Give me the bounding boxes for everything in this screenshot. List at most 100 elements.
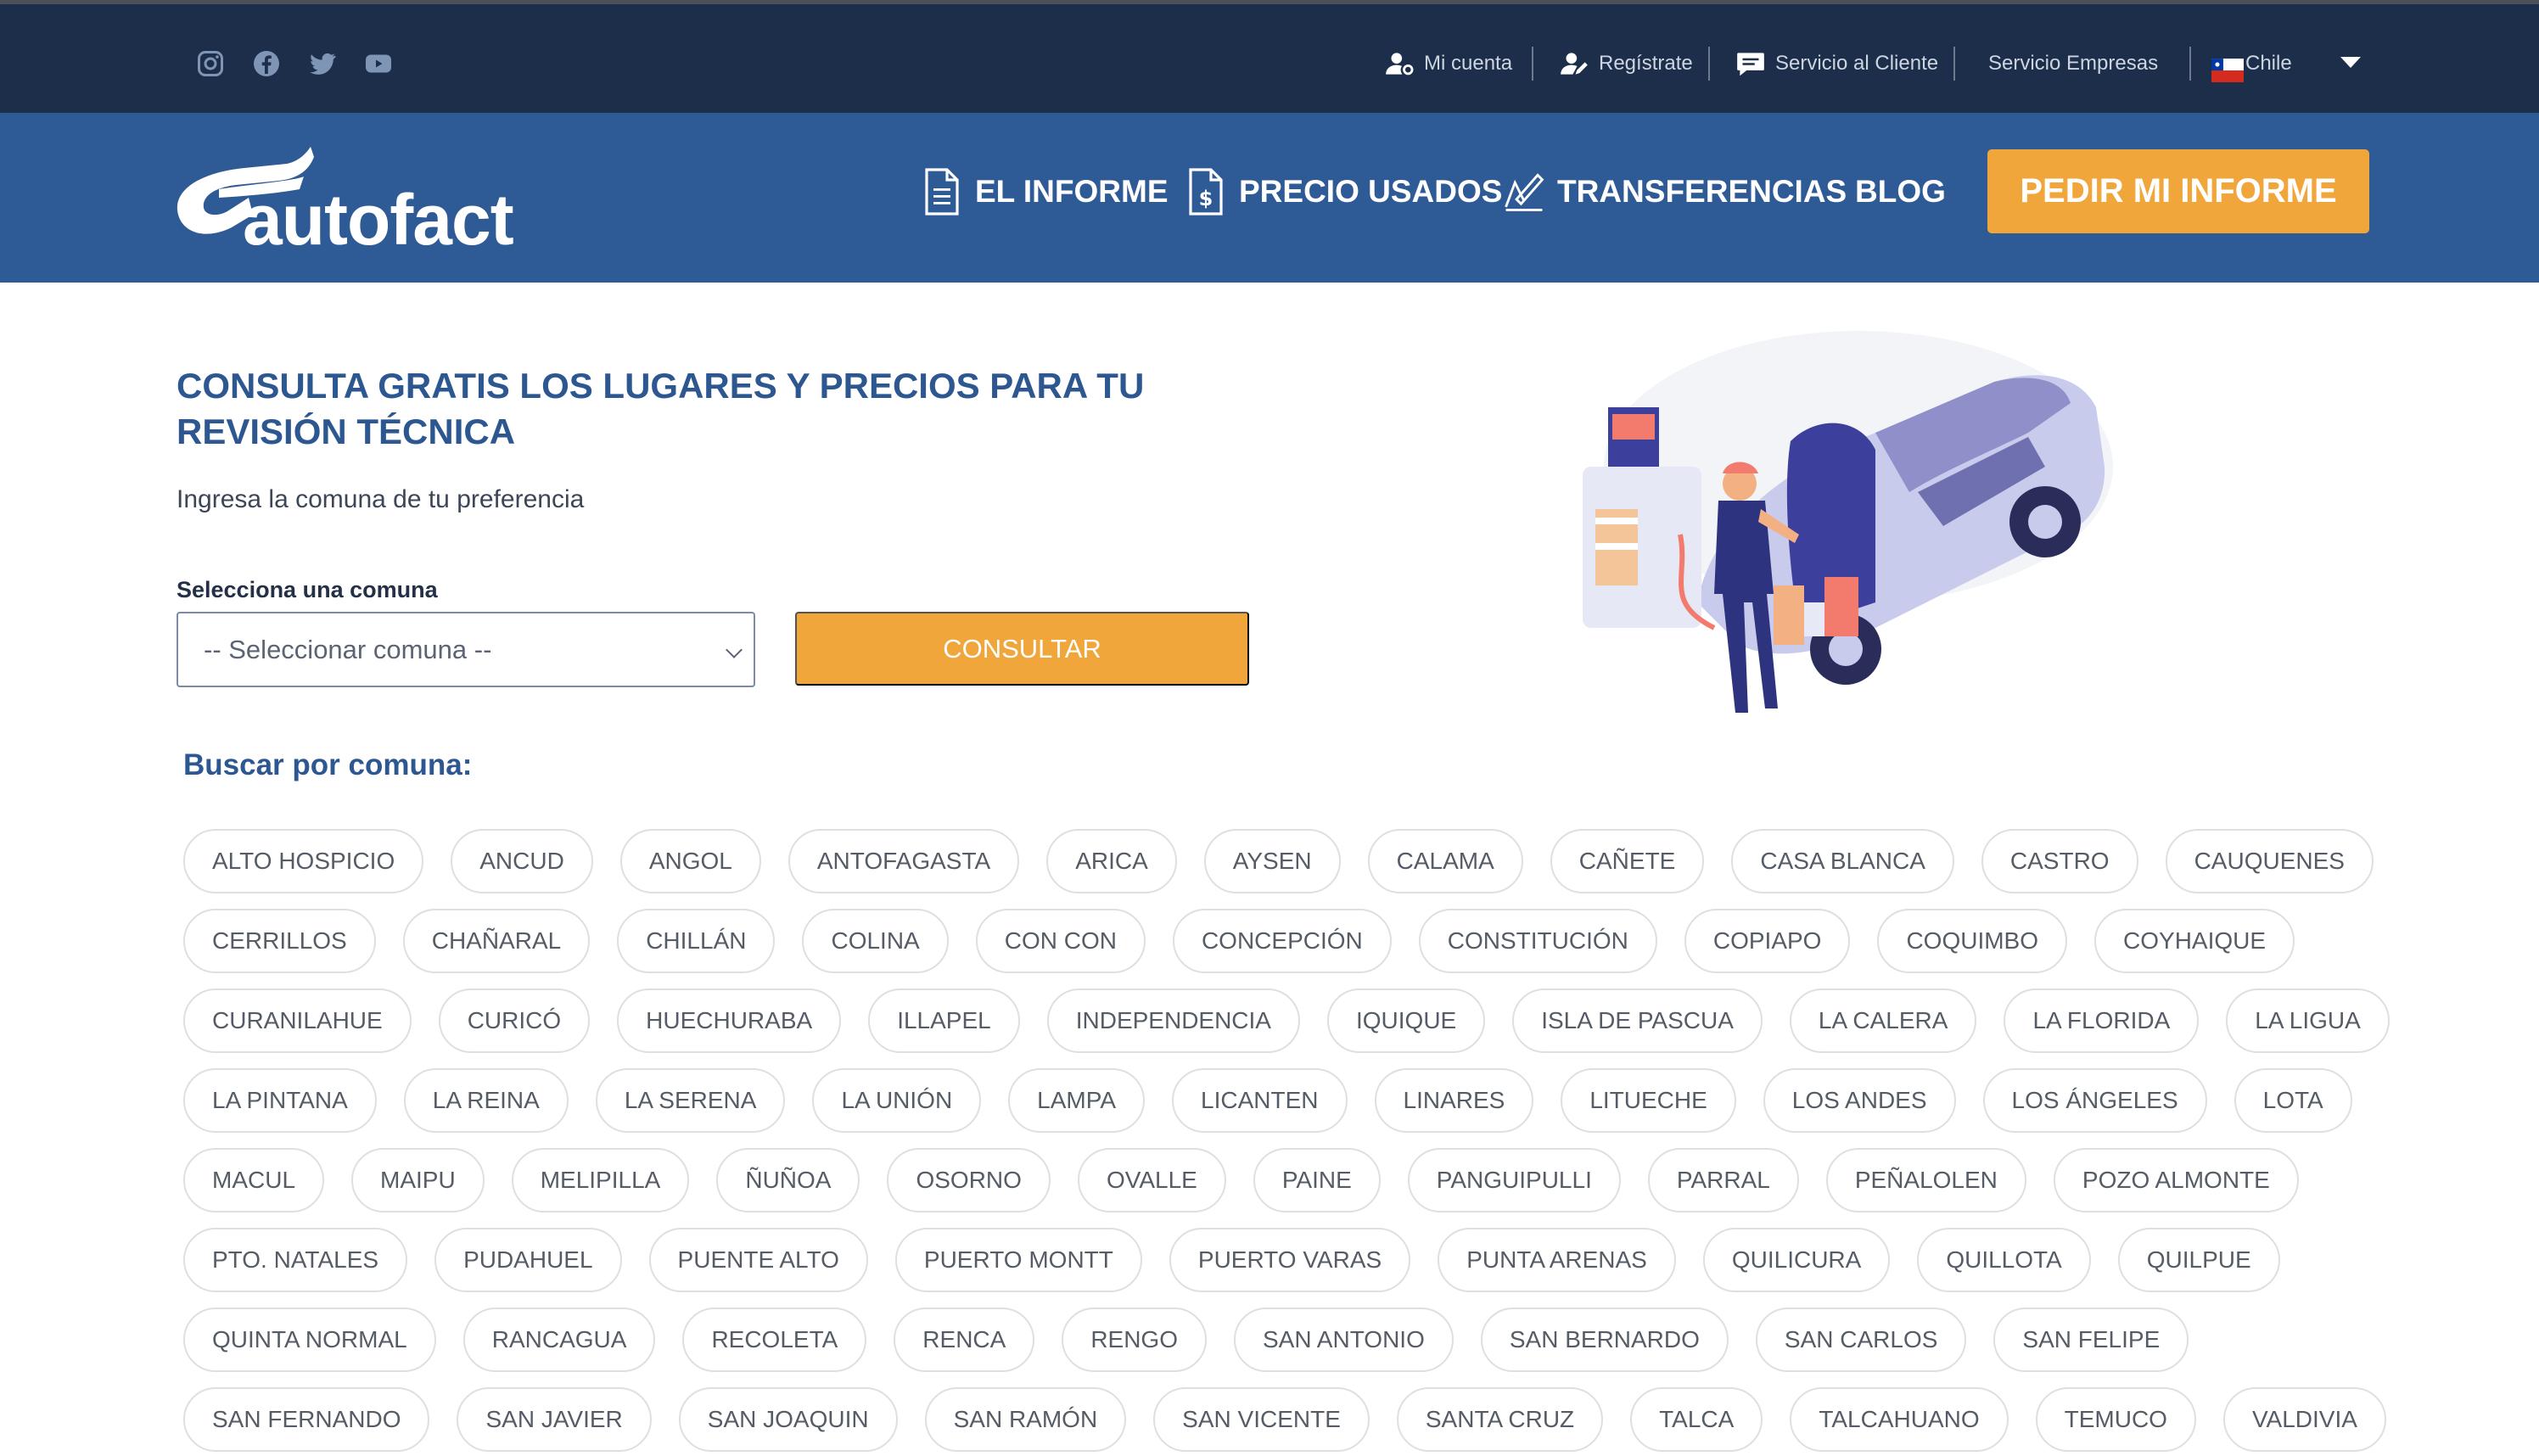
comuna-chip[interactable]: PUNTA ARENAS [1438, 1228, 1676, 1292]
comuna-chip[interactable]: PTO. NATALES [183, 1228, 408, 1292]
comuna-chip[interactable]: TALCA [1630, 1387, 1763, 1452]
comuna-chip[interactable]: COPIAPO [1684, 909, 1851, 973]
comuna-chip-list: ALTO HOSPICIO ANCUD ANGOL ANTOFAGASTA ARICA A… [183, 829, 2390, 1456]
comuna-chip[interactable]: CAÑETE [1550, 829, 1705, 893]
comuna-chip[interactable]: ALTO HOSPICIO [183, 829, 424, 893]
comuna-chip[interactable]: CAUQUENES [2165, 829, 2374, 893]
nav-precio-usados[interactable]: $ PRECIO USADOS [1185, 166, 1502, 217]
comuna-chip[interactable]: SAN BERNARDO [1480, 1308, 1729, 1372]
comuna-chip[interactable]: PUENTE ALTO [648, 1228, 868, 1292]
comuna-chip[interactable]: INDEPENDENCIA [1046, 988, 1300, 1053]
nav-precio-usados-label: PRECIO USADOS [1239, 174, 1503, 209]
comuna-chip[interactable]: LA PINTANA [183, 1068, 377, 1133]
comuna-chip[interactable]: ARICA [1046, 829, 1177, 893]
comuna-chip[interactable]: LOS ANDES [1763, 1068, 1956, 1133]
comuna-chip[interactable]: LA SERENA [595, 1068, 786, 1133]
consultar-button[interactable]: CONSULTAR [795, 612, 1249, 686]
comuna-chip[interactable]: CON CON [975, 909, 1146, 973]
instagram-icon[interactable] [193, 47, 227, 81]
comuna-chip[interactable]: RENGO [1062, 1308, 1207, 1372]
comuna-chip[interactable]: AYSEN [1203, 829, 1341, 893]
comuna-chip[interactable]: CHILLÁN [617, 909, 776, 973]
comuna-chip[interactable]: PANGUIPULLI [1407, 1148, 1621, 1212]
comuna-chip[interactable]: ÑUÑOA [716, 1148, 860, 1212]
comuna-chip[interactable]: QUILICURA [1702, 1228, 1891, 1292]
comuna-chip[interactable]: SAN JOAQUIN [678, 1387, 898, 1452]
comuna-chip[interactable]: PUERTO MONTT [894, 1228, 1142, 1292]
comuna-chip[interactable]: COQUIMBO [1877, 909, 2068, 973]
comuna-chip[interactable]: MACUL [183, 1148, 325, 1212]
comuna-chip[interactable]: ANGOL [619, 829, 761, 893]
registrate-link[interactable]: Regístrate [1558, 43, 1693, 84]
comuna-chip[interactable]: CHAÑARAL [402, 909, 591, 973]
comuna-chip[interactable]: LAMPA [1008, 1068, 1146, 1133]
comuna-chip[interactable]: CONCEPCIÓN [1172, 909, 1392, 973]
pedir-informe-button[interactable]: PEDIR MI INFORME [1987, 149, 2369, 233]
comuna-chip[interactable]: TALCAHUANO [1790, 1387, 2009, 1452]
comuna-chip[interactable]: SAN VICENTE [1153, 1387, 1370, 1452]
comuna-chip[interactable]: CERRILLOS [183, 909, 376, 973]
facebook-icon[interactable] [249, 47, 283, 81]
comuna-chip[interactable]: CASTRO [1981, 829, 2138, 893]
comuna-chip[interactable]: RANCAGUA [462, 1308, 656, 1372]
comuna-chip[interactable]: SANTA CRUZ [1396, 1387, 1604, 1452]
country-selector[interactable]: Chile [2211, 43, 2292, 84]
comuna-chip[interactable]: ILLAPEL [868, 988, 1020, 1053]
comuna-chip[interactable]: VALDIVIA [2222, 1387, 2386, 1452]
comuna-chip[interactable]: SAN JAVIER [457, 1387, 652, 1452]
comuna-chip[interactable]: LOS ÁNGELES [1982, 1068, 2207, 1133]
comuna-chip[interactable]: OVALLE [1077, 1148, 1226, 1212]
comuna-chip[interactable]: COLINA [802, 909, 949, 973]
comuna-chip[interactable]: PARRAL [1647, 1148, 1799, 1212]
nav-blog[interactable]: BLOG [1855, 166, 1946, 217]
comuna-chip[interactable]: POZO ALMONTE [2053, 1148, 2299, 1212]
comuna-chip[interactable]: OSORNO [887, 1148, 1051, 1212]
comuna-chip[interactable]: PUDAHUEL [434, 1228, 622, 1292]
comuna-chip[interactable]: SAN ANTONIO [1234, 1308, 1454, 1372]
comuna-chip[interactable]: PUERTO VARAS [1169, 1228, 1411, 1292]
comuna-chip[interactable]: CASA BLANCA [1731, 829, 1954, 893]
comuna-chip[interactable]: ANCUD [451, 829, 593, 893]
nav-transferencias[interactable]: TRANSFERENCIAS [1503, 166, 1847, 217]
comuna-chip[interactable]: QUILPUE [2117, 1228, 2280, 1292]
comuna-chip[interactable]: SAN RAMÓN [924, 1387, 1127, 1452]
servicio-empresas-link[interactable]: Servicio Empresas [1988, 43, 2158, 84]
twitter-icon[interactable] [305, 47, 339, 81]
comuna-chip[interactable]: CALAMA [1367, 829, 1523, 893]
comuna-chip[interactable]: RECOLETA [682, 1308, 867, 1372]
comuna-chip[interactable]: TEMUCO [2035, 1387, 2196, 1452]
comuna-chip[interactable]: COYHAIQUE [2094, 909, 2295, 973]
comuna-chip[interactable]: MELIPILLA [511, 1148, 690, 1212]
chevron-down-icon[interactable] [2340, 57, 2361, 68]
comuna-chip[interactable]: HUECHURABA [617, 988, 842, 1053]
comuna-chip[interactable]: RENCA [894, 1308, 1035, 1372]
comuna-chip[interactable]: LA UNIÓN [812, 1068, 982, 1133]
comuna-chip[interactable]: CURANILAHUE [183, 988, 412, 1053]
comuna-chip[interactable]: LA FLORIDA [2004, 988, 2200, 1053]
comuna-chip[interactable]: CURICÓ [438, 988, 591, 1053]
comuna-select[interactable]: -- Seleccionar comuna -- [177, 612, 755, 687]
comuna-chip[interactable]: LICANTEN [1172, 1068, 1348, 1133]
comuna-chip[interactable]: SAN FELIPE [1993, 1308, 2189, 1372]
comuna-chip[interactable]: LITUECHE [1561, 1068, 1736, 1133]
comuna-chip[interactable]: PEÑALOLEN [1825, 1148, 2026, 1212]
comuna-chip[interactable]: PAINE [1253, 1148, 1381, 1212]
youtube-icon[interactable] [362, 47, 395, 81]
comuna-chip[interactable]: ANTOFAGASTA [787, 829, 1020, 893]
comuna-chip[interactable]: SAN CARLOS [1755, 1308, 1967, 1372]
comuna-chip[interactable]: CONSTITUCIÓN [1418, 909, 1657, 973]
comuna-chip[interactable]: LA LIGUA [2226, 988, 2390, 1053]
comuna-chip[interactable]: IQUIQUE [1326, 988, 1486, 1053]
servicio-cliente-link[interactable]: Servicio al Cliente [1735, 43, 1938, 84]
comuna-chip[interactable]: QUINTA NORMAL [183, 1308, 436, 1372]
comuna-chip[interactable]: MAIPU [351, 1148, 485, 1212]
comuna-chip[interactable]: SAN FERNANDO [183, 1387, 430, 1452]
comuna-chip[interactable]: LOTA [2234, 1068, 2352, 1133]
comuna-chip[interactable]: LA CALERA [1789, 988, 1977, 1053]
comuna-chip[interactable]: ISLA DE PASCUA [1512, 988, 1763, 1053]
mi-cuenta-link[interactable]: Mi cuenta [1383, 43, 1512, 84]
comuna-chip[interactable]: LA REINA [403, 1068, 569, 1133]
comuna-chip[interactable]: QUILLOTA [1917, 1228, 2091, 1292]
nav-el-informe[interactable]: EL INFORME [921, 166, 1169, 217]
comuna-chip[interactable]: LINARES [1374, 1068, 1534, 1133]
